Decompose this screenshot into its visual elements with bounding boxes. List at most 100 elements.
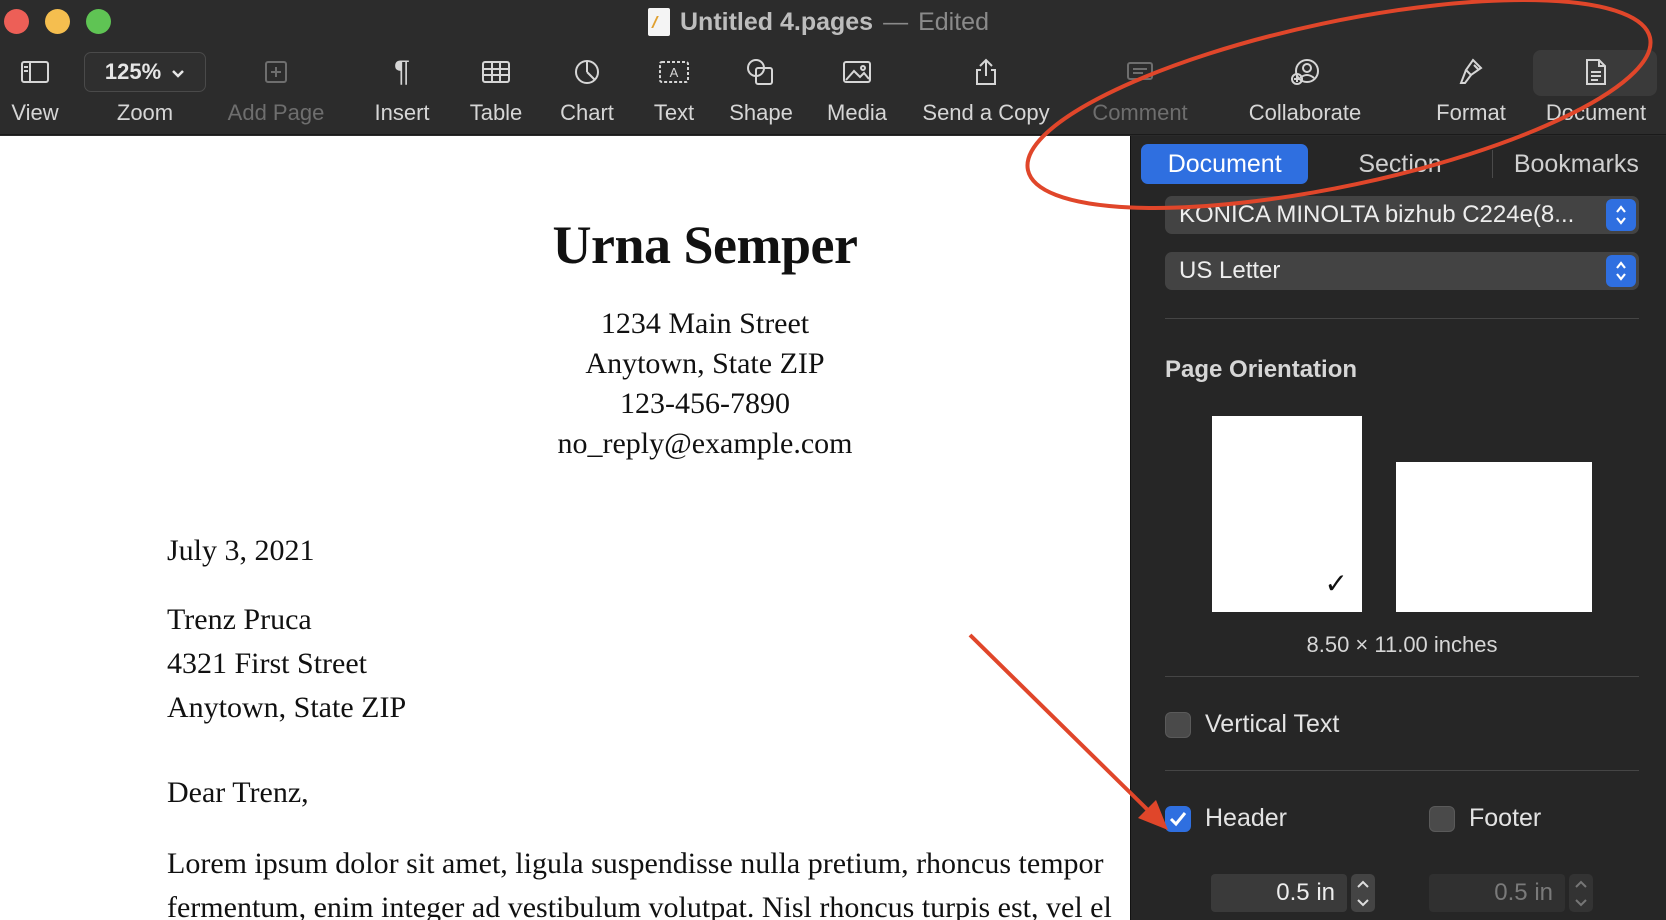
letter-date[interactable]: July 3, 2021: [167, 534, 315, 568]
comment-icon: [1125, 50, 1155, 94]
pie-chart-icon: [573, 50, 601, 94]
add-page-label: Add Page: [227, 100, 325, 125]
sender-address[interactable]: 1234 Main Street Anytown, State ZIP 123-…: [0, 304, 1130, 464]
window-title: Untitled 4.pages — Edited: [648, 4, 989, 40]
footer-label: Footer: [1469, 804, 1542, 832]
text-box-icon: A: [658, 50, 690, 94]
document-button[interactable]: Document: [1540, 50, 1652, 130]
svg-text:A: A: [670, 65, 679, 80]
body-line: Lorem ipsum dolor sit amet, ligula suspe…: [167, 847, 1104, 880]
checkmark-icon: [1169, 811, 1187, 826]
updown-chevron-icon: [1606, 255, 1636, 287]
media-button[interactable]: Media: [824, 50, 890, 130]
share-icon: [974, 50, 998, 94]
paper-size-popup[interactable]: US Letter: [1165, 252, 1639, 290]
document-canvas[interactable]: Urna Semper 1234 Main Street Anytown, St…: [0, 136, 1130, 920]
table-button[interactable]: Table: [466, 50, 526, 130]
vertical-text-checkbox[interactable]: [1165, 711, 1191, 738]
send-copy-button[interactable]: Send a Copy: [920, 50, 1052, 130]
document-inspector: Document Section Bookmarks KONICA MINOLT…: [1130, 136, 1666, 920]
zoom-window-button[interactable]: [86, 9, 111, 34]
comment-button[interactable]: Comment: [1088, 50, 1192, 130]
header-margin-stepper[interactable]: [1351, 874, 1375, 912]
recipient-address[interactable]: Trenz Pruca 4321 First Street Anytown, S…: [167, 598, 406, 730]
body-line: fermentum, enim integer ad vestibulum vo…: [167, 891, 1112, 920]
format-button[interactable]: Format: [1426, 50, 1516, 130]
letter-greeting[interactable]: Dear Trenz,: [167, 776, 309, 810]
divider: [1165, 770, 1639, 771]
collaborate-label: Collaborate: [1248, 100, 1362, 125]
chevron-up-icon[interactable]: [1356, 879, 1370, 889]
table-label: Table: [469, 100, 523, 125]
footer-checkbox[interactable]: [1429, 805, 1455, 832]
chevron-up-icon[interactable]: [1574, 879, 1588, 889]
vertical-text-label: Vertical Text: [1205, 710, 1340, 738]
insert-label: Insert: [374, 100, 430, 125]
document-name: Untitled 4.pages: [680, 7, 874, 36]
tab-section[interactable]: Section: [1308, 144, 1491, 184]
document-state: Edited: [918, 7, 989, 36]
add-page-icon: [263, 50, 289, 94]
recipient-line: Anytown, State ZIP: [167, 691, 407, 724]
checkmark-icon: ✓: [1324, 568, 1348, 599]
zoom-label: Zoom: [116, 100, 174, 125]
header-option[interactable]: Header: [1165, 804, 1287, 833]
pilcrow-icon: ¶: [393, 55, 411, 88]
recipient-line: 4321 First Street: [167, 647, 367, 680]
media-label: Media: [827, 100, 887, 125]
zoom-tool: Zoom: [100, 50, 190, 130]
window-controls: [4, 9, 111, 34]
shape-icon: [746, 50, 776, 94]
sidebar-icon: [20, 50, 50, 94]
page-orientation-label: Page Orientation: [1165, 356, 1358, 383]
landscape-orientation-button[interactable]: [1396, 462, 1592, 612]
footer-margin-stepper[interactable]: [1569, 874, 1593, 912]
header-checkbox[interactable]: [1165, 805, 1191, 832]
address-line: 1234 Main Street: [600, 307, 810, 340]
address-line: no_reply@example.com: [557, 427, 853, 460]
toolbar: Untitled 4.pages — Edited View 125% Zoom…: [0, 0, 1666, 135]
chart-label: Chart: [560, 100, 614, 125]
view-button[interactable]: View: [8, 50, 62, 130]
add-page-button[interactable]: Add Page: [224, 50, 328, 130]
tab-document[interactable]: Document: [1141, 144, 1309, 184]
letter-title[interactable]: Urna Semper: [0, 214, 1130, 276]
format-label: Format: [1436, 100, 1506, 125]
printer-popup[interactable]: KONICA MINOLTA bizhub C224e(8...: [1165, 196, 1639, 234]
insert-button[interactable]: ¶ Insert: [368, 50, 436, 130]
close-window-button[interactable]: [4, 9, 29, 34]
pages-document-icon: [648, 8, 670, 36]
printer-value: KONICA MINOLTA bizhub C224e(8...: [1179, 201, 1575, 228]
header-label: Header: [1205, 804, 1287, 832]
inspector-tabs: Document Section Bookmarks: [1141, 144, 1660, 184]
page-dimensions: 8.50 × 11.00 inches: [1306, 632, 1498, 657]
letter-body[interactable]: Lorem ipsum dolor sit amet, ligula suspe…: [167, 842, 1112, 920]
divider: [1165, 676, 1639, 677]
chart-button[interactable]: Chart: [556, 50, 618, 130]
divider: [1165, 318, 1639, 319]
address-line: Anytown, State ZIP: [585, 347, 825, 380]
updown-chevron-icon: [1606, 199, 1636, 231]
vertical-text-option[interactable]: Vertical Text: [1165, 710, 1339, 739]
footer-option[interactable]: Footer: [1429, 804, 1541, 833]
portrait-orientation-button[interactable]: ✓: [1212, 416, 1362, 612]
view-label: View: [11, 100, 59, 125]
document-icon: [1584, 50, 1608, 94]
title-separator: —: [883, 7, 909, 36]
text-label: Text: [653, 100, 695, 125]
header-margin-field[interactable]: 0.5 in: [1211, 874, 1347, 912]
chevron-down-icon[interactable]: [1356, 898, 1370, 908]
shape-button[interactable]: Shape: [728, 50, 794, 130]
collaborate-button[interactable]: Collaborate: [1240, 50, 1370, 130]
recipient-line: Trenz Pruca: [167, 603, 312, 636]
paintbrush-icon: [1457, 50, 1485, 94]
photo-icon: [842, 50, 872, 94]
paper-size-value: US Letter: [1179, 257, 1281, 284]
document-label: Document: [1545, 100, 1647, 125]
chevron-down-icon[interactable]: [1574, 898, 1588, 908]
tab-bookmarks[interactable]: Bookmarks: [1493, 144, 1660, 184]
footer-margin-field[interactable]: 0.5 in: [1429, 874, 1565, 912]
minimize-window-button[interactable]: [45, 9, 70, 34]
send-copy-label: Send a Copy: [922, 100, 1050, 125]
text-button[interactable]: A Text: [648, 50, 700, 130]
